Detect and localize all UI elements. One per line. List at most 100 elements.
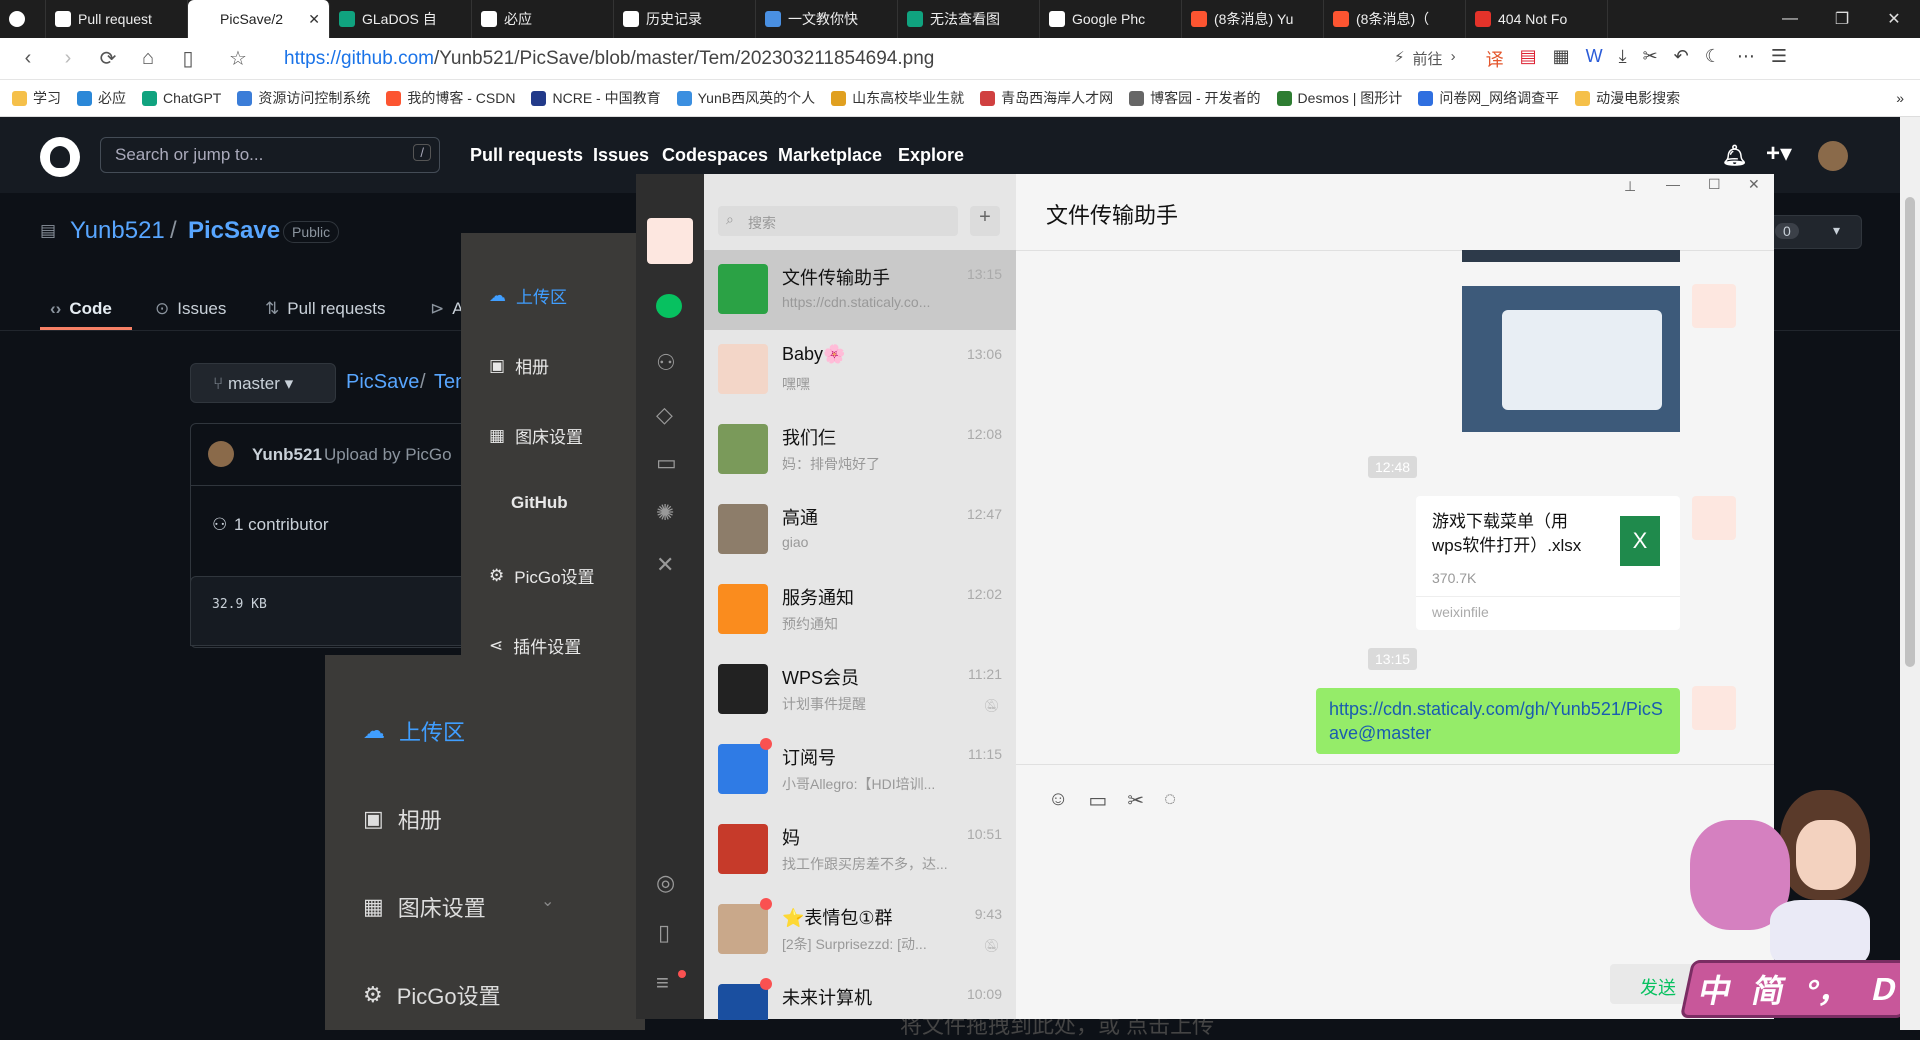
browser-tab[interactable]: 无法查看图 [898, 0, 1040, 38]
bookmark-item[interactable]: 问卷网_网络调查平 [1418, 88, 1559, 108]
menu-dots-icon[interactable]: ⋯ [1737, 46, 1755, 72]
file-message[interactable]: 游戏下载菜单（用wps软件打开）.xlsx 370.7K X weixinfil… [1416, 496, 1680, 630]
picgo-menu-item[interactable]: ▣ 相册 [363, 803, 442, 835]
phone-icon[interactable]: ▯ [658, 920, 670, 946]
cube-icon[interactable]: ◇ [656, 402, 673, 428]
bookmark-item[interactable]: 资源访问控制系统 [237, 88, 370, 108]
bookmark-item[interactable]: ChatGPT [142, 88, 221, 108]
bookmark-item[interactable]: 学习 [12, 88, 61, 108]
scrollbar-thumb[interactable] [1905, 197, 1915, 667]
download-icon[interactable]: ⤓ [1619, 46, 1627, 72]
mini-program-icon[interactable]: ✕ [656, 552, 674, 578]
github-nav-link[interactable]: Explore [898, 145, 964, 166]
bookmark-item[interactable]: 山东高校毕业生就 [831, 88, 964, 108]
bookmark-item[interactable]: 青岛西海岸人才网 [980, 88, 1113, 108]
restore-icon[interactable]: ❐ [1816, 0, 1868, 38]
conversation-item[interactable]: 妈找工作跟买房差不多，达... 10:51 [704, 810, 1016, 890]
link-message[interactable]: https://cdn.staticaly.com/gh/Yunb521/Pic… [1316, 688, 1680, 754]
picgo-menu-item[interactable]: ▦ 图床设置 [489, 423, 583, 448]
repo-owner-link[interactable]: Yunb521 [70, 217, 165, 245]
bookmark-item[interactable]: Desmos | 图形计 [1276, 88, 1402, 108]
browser-tab[interactable]: 一文教你快 [756, 0, 898, 38]
bookmark-item[interactable]: 必应 [77, 88, 126, 108]
chat-bubble-icon[interactable]: ◌ [1164, 788, 1176, 813]
reader-icon[interactable]: ▯ [168, 42, 208, 76]
back-icon[interactable]: ‹ [8, 42, 48, 76]
channels-icon[interactable]: ◎ [656, 870, 675, 896]
repo-tab[interactable]: ⇅ Pull requests [265, 299, 386, 319]
bookmark-item[interactable]: 博客园 - 开发者的 [1129, 88, 1261, 108]
conversation-item[interactable]: 订阅号 小哥Allegro:【HDI培训... 11:15 [704, 730, 1016, 810]
contacts-icon[interactable]: ⚇ [656, 350, 676, 376]
browser-tab[interactable]: GLaDOS 自 [330, 0, 472, 38]
picgo-menu-item[interactable]: GitHub [511, 493, 568, 513]
picgo-menu-item[interactable]: ☁ 上传区 [363, 715, 465, 747]
browser-tab[interactable]: PicSave/2 ✕ [188, 0, 330, 38]
close-window-icon[interactable]: ✕ [1868, 0, 1920, 38]
pin-icon[interactable]: ⊥ [1624, 178, 1636, 195]
ime-simplified-button[interactable]: 简 [1748, 966, 1790, 1012]
folder-icon[interactable]: ▭ [656, 450, 677, 476]
commit-user[interactable]: Yunb521 [252, 445, 322, 465]
browser-tab[interactable] [0, 0, 46, 38]
commit-message[interactable]: Upload by PicGo [324, 445, 452, 465]
contributors-link[interactable]: 1 contributor [234, 515, 329, 535]
close-icon[interactable]: ✕ [1748, 176, 1760, 193]
repo-name-link[interactable]: PicSave [188, 217, 280, 245]
browser-tab[interactable]: Pull request [46, 0, 188, 38]
browser-tab[interactable]: 必应 [472, 0, 614, 38]
avatar[interactable] [1818, 141, 1848, 171]
reload-icon[interactable]: ⟳ [88, 42, 128, 76]
chevron-down-icon[interactable]: ⌄ [541, 891, 554, 911]
github-nav-link[interactable]: Codespaces [662, 145, 768, 166]
ime-punct-button[interactable]: °， [1802, 966, 1857, 1012]
avatar[interactable] [647, 218, 693, 264]
github-logo-icon[interactable] [40, 137, 80, 177]
ime-mode-button[interactable]: 中 [1695, 966, 1737, 1012]
conversation-item[interactable]: Baby🌸 嘿嘿 13:06 [704, 330, 1016, 410]
bookmark-item[interactable]: YunB西风英的个人 [676, 88, 815, 108]
folder-icon[interactable]: ▭ [1088, 788, 1107, 813]
browser-tab[interactable]: 历史记录 [614, 0, 756, 38]
qrcode-icon[interactable]: ▦ [1553, 46, 1570, 72]
ime-width-button[interactable]: D [1869, 971, 1900, 1008]
url-input[interactable]: https://github.com/Yunb521/PicSave/blob/… [284, 48, 1334, 70]
bookmark-item[interactable]: NCRE - 中国教育 [531, 88, 661, 108]
image-message[interactable] [1462, 286, 1680, 432]
github-search-input[interactable]: Search or jump to... / [100, 137, 440, 173]
conversation-item[interactable]: 未来计算机 10:09 [704, 970, 1016, 1020]
undo-icon[interactable]: ↶ [1674, 46, 1689, 72]
repo-tab[interactable]: ⊳ A [430, 299, 464, 319]
github-nav-link[interactable]: Issues [593, 145, 649, 166]
browser-tab[interactable]: 404 Not Fo [1466, 0, 1608, 38]
browser-tab[interactable]: Google Phc [1040, 0, 1182, 38]
chat-icon[interactable] [656, 294, 682, 318]
emoji-icon[interactable]: ☺ [1048, 788, 1068, 813]
page-scrollbar[interactable] [1900, 117, 1920, 1030]
maximize-icon[interactable]: ☐ [1708, 176, 1721, 193]
pdf-icon[interactable]: ▤ [1520, 46, 1537, 72]
close-tab-icon[interactable]: ✕ [308, 11, 320, 28]
conversation-item[interactable]: 我们仨 妈：排骨炖好了 12:08 [704, 410, 1016, 490]
picgo-menu-item[interactable]: ▣ 相册 [489, 353, 549, 378]
github-nav-link[interactable]: Marketplace [778, 145, 882, 166]
breadcrumb-repo[interactable]: PicSave [346, 371, 419, 394]
more-bookmarks-button[interactable]: » [1896, 90, 1904, 106]
home-icon[interactable]: ⌂ [128, 42, 168, 76]
sidebar-icon[interactable]: ☰ [1771, 46, 1787, 72]
conversation-item[interactable]: 高通 giao 12:47 [704, 490, 1016, 570]
picgo-menu-item[interactable]: ⚙ PicGo设置 [363, 979, 501, 1011]
plus-icon[interactable]: +▾ [1766, 139, 1792, 168]
moments-icon[interactable]: ✺ [656, 500, 674, 526]
conversation-item[interactable]: 文件传输助手 https://cdn.staticaly.co... 13:15 [704, 250, 1016, 330]
wechat-search-input[interactable]: ⌕ 搜索 [718, 206, 958, 236]
scissors-icon[interactable]: ✂ [1127, 788, 1144, 813]
translate-icon[interactable]: 译 [1486, 46, 1504, 72]
screenshot-icon[interactable]: ✂ [1643, 46, 1658, 72]
ime-toolbar[interactable]: 中 简 °， D [1679, 960, 1917, 1018]
bookmark-item[interactable]: 我的博客 - CSDN [386, 88, 515, 108]
repo-tab[interactable]: ⊙ Issues [155, 299, 226, 319]
conversation-item[interactable]: 服务通知 预约通知 12:02 [704, 570, 1016, 650]
branch-selector[interactable]: ⑂ master ▾ [190, 363, 336, 403]
conversation-item[interactable]: WPS会员 计划事件提醒 11:21 🔕︎ [704, 650, 1016, 730]
